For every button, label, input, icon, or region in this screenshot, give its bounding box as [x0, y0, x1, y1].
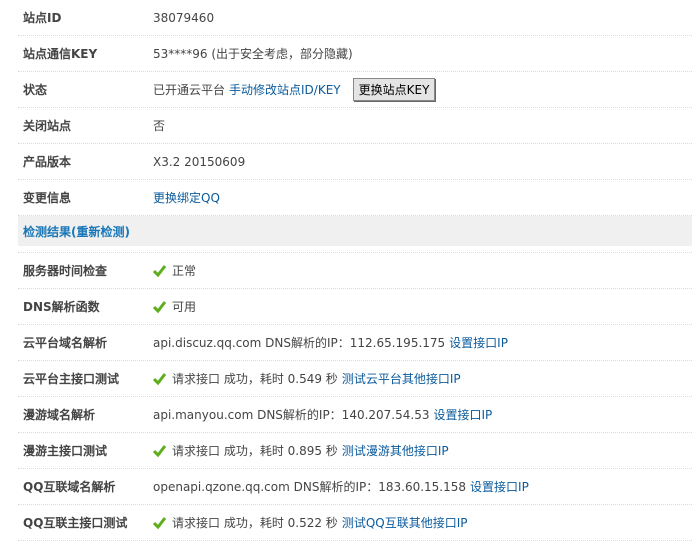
row-label: 漫游主接口测试 [23, 444, 108, 458]
row-label: 站点ID [23, 11, 62, 25]
action-link[interactable]: 手动修改站点ID/KEY [229, 81, 341, 98]
change-site-key-button[interactable]: 更换站点KEY [352, 78, 436, 101]
action-link[interactable]: 测试云平台其他接口IP [342, 370, 461, 387]
row-label: 云平台主接口测试 [23, 372, 120, 386]
action-link[interactable]: 测试QQ互联其他接口IP [342, 514, 468, 531]
value-text: 请求接口 成功，耗时 0.522 秒 [172, 516, 338, 530]
cloud-platform-info-table: 站点ID 38079460 站点通信KEY 53****96 (出于安全考虑，部分隐藏… [18, 0, 692, 541]
row-value: 否 [153, 117, 165, 134]
check-icon [153, 265, 166, 277]
value-text: openapi.qzone.qq.com DNS解析的IP：183.60.15.… [153, 480, 467, 494]
row-value: 请求接口 成功，耗时 0.549 秒测试云平台其他接口IP [153, 370, 461, 387]
row-value: 已开通云平台 手动修改站点ID/KEY 更换站点KEY [153, 78, 436, 101]
row-value: 正常 [153, 262, 196, 279]
row-value: api.manyou.com DNS解析的IP：140.207.54.53 设置接… [153, 406, 492, 423]
value-text: 38079460 [153, 10, 215, 25]
row-value: openapi.qzone.qq.com DNS解析的IP：183.60.15.… [153, 478, 529, 495]
value-text: 正常 [172, 264, 197, 278]
row-value: 53****96 (出于安全考虑，部分隐藏) [153, 45, 353, 62]
row-label: 变更信息 [23, 191, 72, 205]
value-text: api.discuz.qq.com DNS解析的IP：112.65.195.17… [153, 336, 446, 350]
site-info-section: 站点ID 38079460 站点通信KEY 53****96 (出于安全考虑，部分隐藏… [18, 0, 692, 216]
value-text: api.manyou.com DNS解析的IP：140.207.54.53 [153, 408, 430, 422]
value-text: 53****96 (出于安全考虑，部分隐藏) [153, 47, 353, 61]
action-link[interactable]: 设置接口IP [433, 406, 492, 423]
row-label: 关闭站点 [23, 119, 72, 133]
row-value: 更换绑定QQ [153, 189, 220, 206]
table-row: DNS解析函数 可用 [18, 289, 692, 325]
value-text: 可用 [172, 300, 197, 314]
value-text: 否 [153, 119, 166, 133]
row-label: 站点通信KEY [23, 47, 98, 61]
check-icon [153, 373, 166, 385]
table-row: 漫游主接口测试 请求接口 成功，耗时 0.895 秒测试漫游其他接口IP [18, 433, 692, 469]
row-label: DNS解析函数 [23, 300, 100, 314]
table-row: 关闭站点 否 [18, 108, 692, 144]
check-results-section: 服务器时间检查 正常 DNS解析函数 可用云平台域名解析 api.discuz.qq.c… [18, 253, 692, 541]
check-icon [153, 517, 166, 529]
action-link[interactable]: 设置接口IP [470, 478, 529, 495]
table-row: 站点ID 38079460 [18, 0, 692, 36]
value-text: X3.2 20150609 [153, 154, 246, 169]
row-value: X3.2 20150609 [153, 155, 245, 169]
table-row: 云平台主接口测试 请求接口 成功，耗时 0.549 秒测试云平台其他接口IP [18, 361, 692, 397]
table-row: QQ互联域名解析 openapi.qzone.qq.com DNS解析的IP：18… [18, 469, 692, 505]
check-icon [153, 301, 166, 313]
table-row: 漫游域名解析 api.manyou.com DNS解析的IP：140.207.54… [18, 397, 692, 433]
row-label: 服务器时间检查 [23, 264, 108, 278]
action-link[interactable]: 设置接口IP [449, 334, 508, 351]
row-value: 可用 [153, 298, 196, 315]
action-link[interactable]: 更换绑定QQ [153, 189, 220, 206]
table-row: QQ互联主接口测试 请求接口 成功，耗时 0.522 秒测试QQ互联其他接口IP [18, 505, 692, 541]
table-row: 服务器时间检查 正常 [18, 253, 692, 289]
row-label: 云平台域名解析 [23, 336, 108, 350]
row-label: QQ互联主接口测试 [23, 516, 128, 530]
row-value: 请求接口 成功，耗时 0.895 秒测试漫游其他接口IP [153, 442, 449, 459]
check-results-header[interactable]: 检测结果(重新检测) [18, 216, 692, 252]
value-text: 请求接口 成功，耗时 0.895 秒 [172, 444, 338, 458]
table-row: 产品版本 X3.2 20150609 [18, 144, 692, 180]
row-value: 请求接口 成功，耗时 0.522 秒测试QQ互联其他接口IP [153, 514, 467, 531]
table-row: 站点通信KEY 53****96 (出于安全考虑，部分隐藏) [18, 36, 692, 72]
row-label: 产品版本 [23, 155, 72, 169]
check-icon [153, 445, 166, 457]
row-label: 漫游域名解析 [23, 408, 96, 422]
table-row: 变更信息 更换绑定QQ [18, 180, 692, 216]
value-text: 请求接口 成功，耗时 0.549 秒 [172, 372, 338, 386]
row-value: 38079460 [153, 11, 214, 25]
action-link[interactable]: 测试漫游其他接口IP [342, 442, 449, 459]
row-label: 状态 [23, 83, 48, 97]
table-row: 状态 已开通云平台 手动修改站点ID/KEY 更换站点KEY [18, 72, 692, 108]
row-label: QQ互联域名解析 [23, 480, 116, 494]
value-text: 已开通云平台 [153, 83, 226, 97]
row-value: api.discuz.qq.com DNS解析的IP：112.65.195.17… [153, 334, 508, 351]
table-row: 云平台域名解析 api.discuz.qq.com DNS解析的IP：112.65… [18, 325, 692, 361]
check-results-header-row: 检测结果(重新检测) [18, 216, 692, 253]
